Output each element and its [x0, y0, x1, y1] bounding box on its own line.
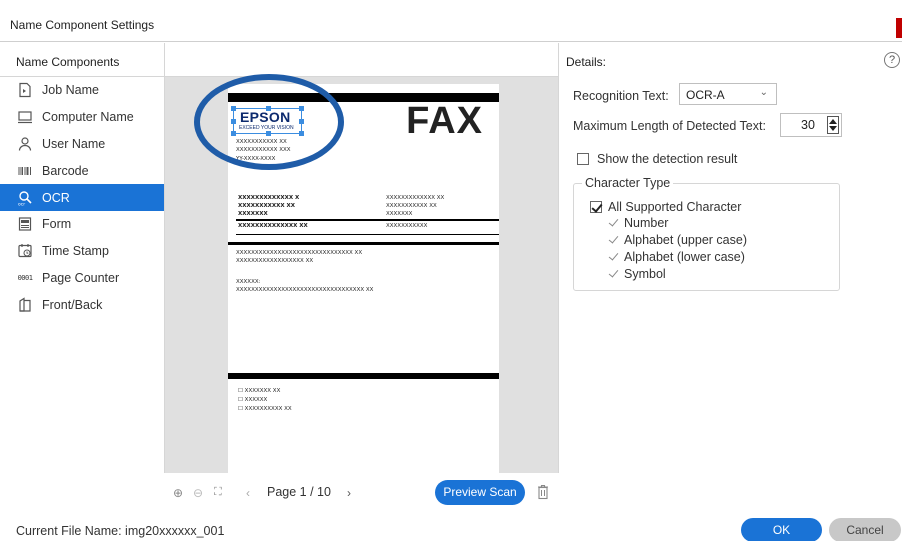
body-line: XXXXXXXXXXXXXXXXXXXXXXXXXXXXXXX XX: [236, 250, 363, 256]
show-detection-checkbox[interactable]: [577, 153, 589, 165]
details-header: Details: ?: [560, 43, 902, 77]
recipient-line: XXXXXXX: [386, 211, 413, 217]
recognition-text-select[interactable]: OCR-A ⌄: [679, 83, 777, 105]
preview-header: [165, 43, 558, 77]
sidebar-item-label: Time Stamp: [42, 244, 109, 259]
alphabet-upper-label: Alphabet (upper case): [624, 233, 747, 247]
sidebar-item-label: Barcode: [42, 163, 89, 178]
fax-title: FAX: [406, 100, 483, 142]
computer-icon: [16, 109, 34, 125]
fax-divider: [236, 219, 499, 221]
body-line: XXXXXXXXXXXXXXXXXXXXXXXXXXXXXXXXXX XX: [236, 287, 374, 293]
chevron-down-icon: ⌄: [759, 87, 768, 98]
fax-divider: [236, 234, 499, 235]
sender-line: XXXXXXXXXXX XX: [238, 203, 296, 209]
sidebar-item-label: Computer Name: [42, 110, 134, 125]
page-indicator: Page 1 / 10: [267, 485, 331, 499]
body-line: XXXXXX:: [236, 279, 261, 285]
all-supported-label: All Supported Character: [608, 200, 742, 214]
check-line: ☐ XXXXXXX XX: [238, 388, 281, 394]
stepper-arrows[interactable]: [827, 116, 839, 134]
barcode-icon: [16, 163, 34, 179]
details-title: Details:: [566, 55, 607, 69]
number-label: Number: [624, 216, 669, 230]
trash-icon[interactable]: [537, 484, 549, 500]
cancel-button[interactable]: Cancel: [829, 518, 901, 541]
sender-line: XXXXXXX: [238, 211, 268, 217]
preview-toolbar: ⊕ ⊖ ⛶ ‹ Page 1 / 10 › Preview Scan: [164, 473, 559, 511]
alphabet-lower-label: Alphabet (lower case): [624, 250, 745, 264]
character-type-group: Character Type All Supported Character N…: [573, 176, 840, 291]
zoom-out-icon[interactable]: ⊖: [193, 486, 203, 500]
name-components-sidebar: Name Components Job Name Computer Name U…: [0, 43, 164, 473]
sidebar-item-label: Front/Back: [42, 297, 103, 312]
sidebar-item-label: Page Counter: [42, 270, 120, 285]
title-bar: Name Component Settings: [0, 8, 902, 42]
dialog-footer: Current File Name: img20xxxxxx_001 OK Ca…: [0, 514, 902, 541]
stepper-up-icon[interactable]: [829, 119, 837, 124]
sidebar-item-label: User Name: [42, 136, 106, 151]
body-line: XXXXXXXXXXXXXXXXXX XX: [236, 258, 314, 264]
next-page-icon[interactable]: ›: [347, 486, 351, 500]
sidebar-item-user-name[interactable]: User Name: [0, 131, 164, 158]
sidebar-item-barcode[interactable]: Barcode: [0, 157, 164, 184]
details-panel: Details: ? Recognition Text: OCR-A ⌄ Max…: [560, 43, 902, 473]
time-stamp-icon: [16, 243, 34, 259]
stepper-down-icon[interactable]: [829, 126, 837, 131]
sidebar-item-page-counter[interactable]: 0001 Page Counter: [0, 265, 164, 292]
max-length-label: Maximum Length of Detected Text:: [573, 119, 766, 133]
page-counter-icon: 0001: [16, 270, 34, 286]
sender-line: XXXXXXXXXXXXX X: [238, 195, 300, 201]
zoom-in-icon[interactable]: ⊕: [173, 486, 183, 500]
job-name-icon: [16, 82, 34, 98]
sidebar-item-ocr[interactable]: ocr OCR: [0, 184, 164, 211]
user-icon: [16, 136, 34, 152]
show-detection-label: Show the detection result: [597, 152, 738, 166]
ocr-region-highlight: [194, 74, 344, 170]
sidebar-item-label: OCR: [42, 190, 70, 205]
symbol-check-icon: [608, 269, 618, 279]
recognition-text-label: Recognition Text:: [573, 89, 669, 103]
sidebar-item-form[interactable]: Form: [0, 211, 164, 238]
previous-page-icon[interactable]: ‹: [246, 486, 250, 500]
sidebar-item-front-back[interactable]: Front/Back: [0, 291, 164, 318]
close-icon[interactable]: [896, 18, 902, 38]
sidebar-item-label: Job Name: [42, 83, 99, 98]
sidebar-item-time-stamp[interactable]: Time Stamp: [0, 238, 164, 265]
check-line: ☐ XXXXXX: [238, 397, 268, 403]
max-length-stepper[interactable]: 30: [780, 113, 842, 137]
sender-line: XXXXXXXXXXXXXX XX: [238, 223, 308, 229]
recipient-line: XXXXXXXXXXXXX XX: [386, 195, 445, 201]
current-file-name: Current File Name: img20xxxxxx_001: [16, 524, 225, 538]
alphabet-lower-check-icon: [608, 252, 618, 262]
symbol-label: Symbol: [624, 267, 666, 281]
fit-to-window-icon[interactable]: ⛶: [214, 486, 222, 499]
window-title: Name Component Settings: [10, 18, 155, 32]
sidebar-item-computer-name[interactable]: Computer Name: [0, 104, 164, 131]
sidebar-item-job-name[interactable]: Job Name: [0, 77, 164, 104]
recipient-line: XXXXXXXXXXX: [386, 223, 428, 229]
max-length-value: 30: [801, 118, 815, 132]
fax-bottom-bar: [228, 373, 499, 379]
alphabet-upper-check-icon: [608, 235, 618, 245]
ok-button[interactable]: OK: [741, 518, 822, 541]
sidebar-header: Name Components: [0, 43, 164, 77]
ocr-icon: ocr: [16, 190, 34, 206]
fax-divider: [228, 242, 499, 245]
sidebar-item-label: Form: [42, 217, 72, 232]
check-line: ☐ XXXXXXXXXX XX: [238, 406, 292, 412]
form-icon: [16, 216, 34, 232]
svg-text:ocr: ocr: [18, 201, 25, 206]
recipient-line: XXXXXXXXXXX XX: [386, 203, 437, 209]
preview-scan-button[interactable]: Preview Scan: [435, 480, 525, 505]
page-counter-icon-text: 0001: [17, 273, 33, 282]
character-type-title: Character Type: [582, 176, 674, 190]
recognition-text-value: OCR-A: [686, 88, 725, 102]
number-check-icon: [608, 218, 618, 228]
help-icon[interactable]: ?: [884, 52, 900, 68]
all-supported-checkbox[interactable]: [590, 201, 602, 213]
front-back-icon: [16, 297, 34, 313]
